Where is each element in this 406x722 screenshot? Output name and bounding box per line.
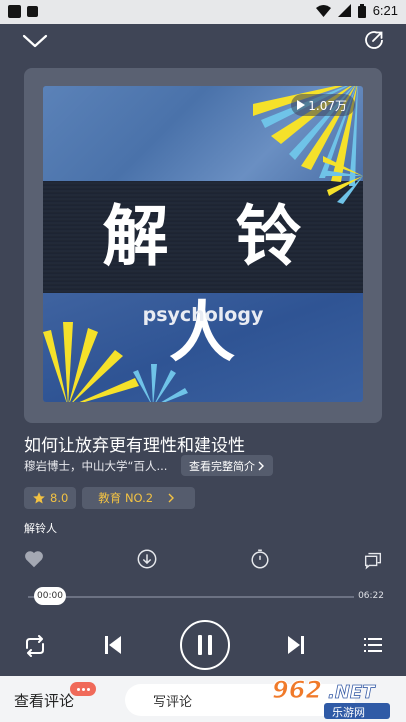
svg-text:乐游网: 乐游网 — [332, 706, 365, 719]
signal-icon — [337, 4, 351, 17]
heart-icon[interactable] — [23, 548, 45, 570]
cover-subtitle: psychology — [142, 304, 264, 326]
author-info: 穆岩博士，中山大学“百人... — [24, 459, 168, 473]
comment-icon[interactable] — [362, 548, 384, 570]
intro-button-label: 查看完整简介 — [189, 459, 255, 473]
tag-row: 8.0 教育 NO.2 — [24, 487, 196, 509]
status-system-icons: 6:21 — [315, 3, 398, 18]
timer-icon[interactable] — [249, 548, 271, 570]
wifi-icon — [315, 4, 331, 17]
rating-value: 8.0 — [50, 491, 69, 505]
cover-title: 解 铃 人 — [102, 198, 324, 371]
action-row — [0, 546, 406, 572]
chevron-right-icon — [168, 493, 175, 503]
progress-thumb[interactable]: 00:00 — [34, 587, 66, 605]
notification-icon — [8, 5, 21, 18]
rating-tag[interactable]: 8.0 — [24, 487, 77, 509]
status-notification-icons — [8, 5, 38, 18]
episode-title: 如何让放弃更有理性和建设性 — [24, 436, 245, 456]
play-count: 1.07万 — [308, 98, 347, 113]
chevron-right-icon — [258, 461, 264, 470]
rank-tag[interactable]: 教育 NO.2 — [82, 487, 196, 509]
more-icon[interactable] — [70, 682, 96, 696]
share-icon[interactable] — [362, 28, 386, 52]
svg-text:.NET: .NET — [328, 682, 376, 703]
progress-bar[interactable] — [28, 596, 354, 598]
next-track-icon[interactable] — [287, 635, 305, 655]
play-count-badge: 1.07万 — [291, 94, 355, 116]
play-pause-button[interactable] — [180, 620, 230, 670]
rank-label: 教育 NO.2 — [98, 491, 154, 505]
pause-icon — [198, 635, 212, 655]
status-bar: 6:21 — [0, 0, 406, 24]
album-cover[interactable]: 解 铃 人 psychology 1.07万 — [43, 86, 363, 402]
view-full-intro-button[interactable]: 查看完整简介 — [181, 455, 273, 476]
site-watermark-logo: 962 .NET 乐游网 — [272, 676, 390, 719]
svg-text:962: 962 — [272, 676, 322, 704]
playlist-icon[interactable] — [364, 637, 382, 653]
status-time: 6:21 — [372, 3, 398, 18]
cover-card: 解 铃 人 psychology 1.07万 — [24, 68, 382, 423]
play-icon — [297, 100, 306, 110]
star-icon — [33, 492, 45, 504]
view-comments-button[interactable]: 查看评论 — [14, 690, 74, 711]
notification-icon — [27, 6, 38, 17]
battery-icon — [357, 3, 366, 18]
album-name[interactable]: 解铃人 — [24, 520, 57, 536]
repeat-icon[interactable] — [22, 634, 48, 658]
total-time: 06:22 — [358, 591, 384, 601]
chevron-down-icon[interactable] — [20, 30, 50, 52]
download-icon[interactable] — [136, 548, 158, 570]
previous-track-icon[interactable] — [104, 635, 122, 655]
